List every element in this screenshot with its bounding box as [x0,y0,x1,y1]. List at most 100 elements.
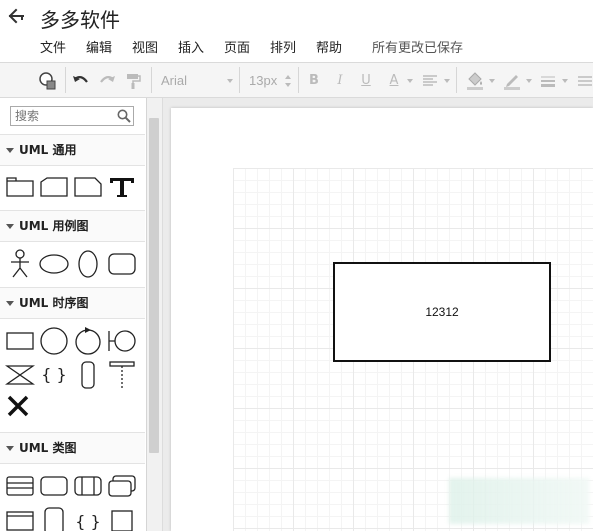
redo-button[interactable] [96,63,118,98]
shape-pill[interactable] [72,359,104,391]
shape-hourglass[interactable] [4,359,36,391]
tall-rounded-shape-icon [44,507,64,531]
shape-text[interactable] [106,171,138,203]
chevron-down-icon [227,79,233,83]
undo-button[interactable] [70,63,92,98]
text-shape-icon [110,178,134,197]
pill-shape-icon [81,361,95,389]
underline-button[interactable]: U [356,63,376,98]
shape-module[interactable] [72,470,104,502]
align-button[interactable] [418,63,442,98]
shape-rect[interactable] [4,325,36,357]
shape-square[interactable] [106,504,138,531]
chevron-down-icon [444,79,450,83]
shape-class-braces[interactable]: { } [72,504,104,531]
align-left-icon [423,74,437,86]
shape-rounded-rect[interactable] [106,248,138,280]
shape-label[interactable]: 12312 [425,305,458,319]
diagram-rectangle[interactable]: 12312 [333,262,551,362]
shape-destroy[interactable] [2,390,34,422]
shape-actor[interactable] [4,248,36,280]
paint-roller-icon [127,73,141,89]
shape-tall-rounded[interactable] [38,504,70,531]
braces-shape-icon: { } [75,512,100,531]
shape-control[interactable] [72,325,104,357]
shape-rounded-class[interactable] [38,470,70,502]
line-style-icon [578,75,592,86]
note-shape-icon [74,177,102,197]
module-shape-icon [74,476,102,496]
circle-arrow-shape-icon [75,327,101,355]
shape-stack[interactable] [106,470,138,502]
hourglass-shape-icon [5,365,35,385]
shape-vertical-ellipse[interactable] [72,248,104,280]
menu-view[interactable]: 视图 [132,37,158,56]
diagram-page[interactable]: 12312 [171,108,593,531]
document-title[interactable]: 多多软件 [40,4,120,33]
shape-use-case[interactable] [38,248,70,280]
redo-icon [100,75,115,83]
tab-folder-shape-icon [40,177,68,197]
search-input[interactable] [10,106,134,126]
chevron-down-icon [489,79,495,83]
sidebar-scrollbar[interactable] [149,118,159,453]
format-painter-button[interactable] [122,63,144,98]
menu-page[interactable]: 页面 [224,37,250,56]
section-title: UML 通用 [19,143,77,157]
actor-shape-icon [11,249,29,278]
bold-button[interactable]: B [304,63,324,98]
line-width-button[interactable] [536,63,560,98]
collapse-triangle-icon [6,148,14,153]
section-uml-use-case[interactable]: UML 用例图 [0,210,145,242]
title-bar: 多多软件 文件 编辑 视图 插入 页面 排列 帮助 所有更改已保存 [0,0,593,62]
shape-class[interactable] [4,470,36,502]
toolbar: Arial 13px B I U A [0,62,593,98]
square-shape-icon [111,510,133,531]
shape-sidebar: UML 通用 UML 用例图 [0,98,147,531]
format-panel-button[interactable] [34,63,60,98]
search-icon[interactable] [117,109,131,123]
shape-frame[interactable] [4,504,36,531]
collapse-triangle-icon [6,224,14,229]
line-color-button[interactable] [498,63,526,98]
section-title: UML 用例图 [19,219,89,233]
shape-tab-folder[interactable] [38,171,70,203]
section-uml-sequence[interactable]: UML 时序图 [0,287,145,319]
shape-lifeline[interactable] [106,359,138,391]
folder-shape-icon [6,177,34,197]
spinner-icon[interactable] [285,74,291,88]
section-uml-general[interactable]: UML 通用 [0,134,145,166]
paint-bucket-icon [467,71,483,90]
stack-shape-icon [108,475,136,497]
italic-button[interactable]: I [330,63,350,98]
collapse-triangle-icon [6,446,14,451]
shape-note[interactable] [72,171,104,203]
menu-help[interactable]: 帮助 [316,37,342,56]
shape-boundary[interactable] [106,325,138,357]
undo-icon [73,75,88,83]
font-family-select[interactable]: Arial [161,73,187,88]
chevron-down-icon [526,79,532,83]
section-uml-class[interactable]: UML 类图 [0,432,145,464]
font-size-select[interactable]: 13px [249,73,277,88]
menu-insert[interactable]: 插入 [178,37,204,56]
diagram-canvas[interactable]: 12312 [163,98,593,531]
fill-color-button[interactable] [461,63,489,98]
back-button[interactable] [6,6,28,26]
back-arrow-icon [8,8,24,24]
rounded-rect-shape-icon [108,253,136,275]
section-title: UML 时序图 [19,296,89,310]
rect-shape-icon [6,332,34,350]
boundary-shape-icon [108,330,136,352]
shape-folder[interactable] [4,171,36,203]
line-weight-icon [541,76,555,87]
menu-edit[interactable]: 编辑 [86,37,112,56]
line-style-button[interactable] [574,63,593,98]
menu-arrange[interactable]: 排列 [270,37,296,56]
shape-braces[interactable]: { } [38,359,70,391]
font-color-button[interactable]: A [383,63,405,98]
menu-file[interactable]: 文件 [40,37,66,56]
section-title: UML 类图 [19,441,77,455]
rounded-class-shape-icon [40,476,68,496]
shape-circle[interactable] [38,325,70,357]
